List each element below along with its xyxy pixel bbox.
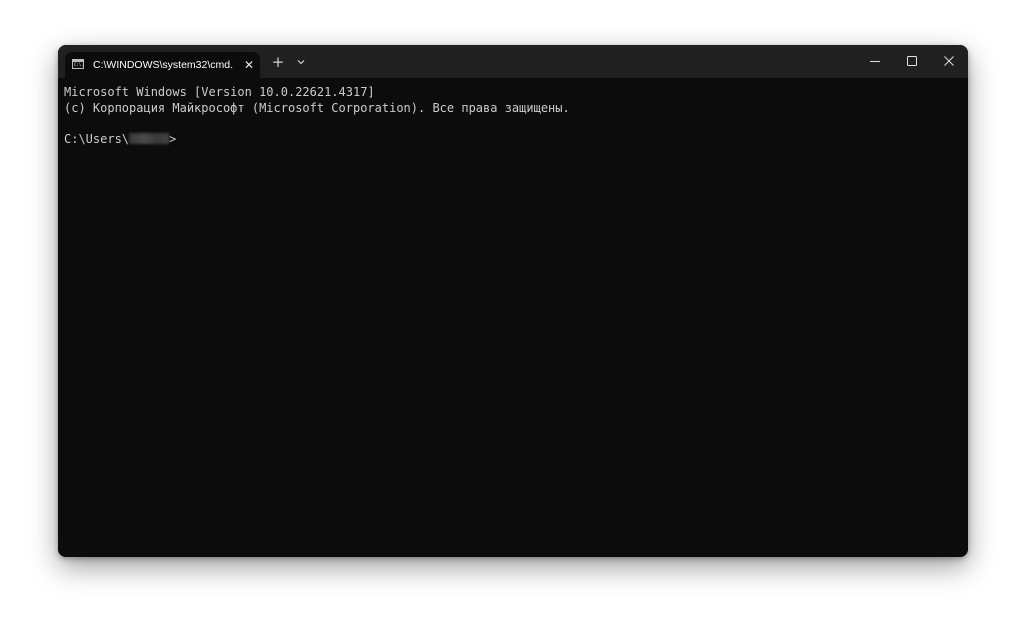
console-line-copyright: (c) Корпорация Майкрософт (Microsoft Cor… bbox=[64, 101, 570, 115]
prompt-suffix: > bbox=[169, 132, 177, 146]
desktop-background: C:\. C:\WINDOWS\system32\cmd. ✕ + Micros… bbox=[0, 0, 1024, 622]
cmd-icon-text: C:\. bbox=[74, 62, 84, 67]
minimize-button[interactable] bbox=[856, 45, 894, 78]
new-tab-button[interactable]: + bbox=[270, 54, 286, 70]
chevron-down-icon bbox=[297, 60, 305, 65]
tab-dropdown-button[interactable] bbox=[294, 55, 308, 69]
tab-cmd[interactable]: C:\. C:\WINDOWS\system32\cmd. ✕ bbox=[65, 52, 260, 78]
terminal-window: C:\. C:\WINDOWS\system32\cmd. ✕ + Micros… bbox=[58, 45, 968, 557]
console-line-version: Microsoft Windows [Version 10.0.22621.43… bbox=[64, 85, 375, 99]
tab-title: C:\WINDOWS\system32\cmd. bbox=[93, 59, 233, 71]
tab-close-icon[interactable]: ✕ bbox=[242, 57, 256, 73]
maximize-button[interactable] bbox=[893, 45, 931, 78]
close-button[interactable] bbox=[930, 45, 968, 78]
title-bar[interactable]: C:\. C:\WINDOWS\system32\cmd. ✕ + bbox=[58, 45, 968, 78]
redacted-username bbox=[129, 133, 170, 144]
console-output[interactable]: Microsoft Windows [Version 10.0.22621.43… bbox=[58, 78, 968, 557]
maximize-icon bbox=[907, 56, 917, 66]
close-icon bbox=[944, 56, 954, 66]
cmd-icon: C:\. bbox=[72, 59, 84, 69]
command-prompt[interactable]: C:\Users\ > bbox=[64, 131, 176, 147]
prompt-path: C:\Users\ bbox=[64, 132, 130, 146]
minimize-icon bbox=[870, 61, 880, 62]
